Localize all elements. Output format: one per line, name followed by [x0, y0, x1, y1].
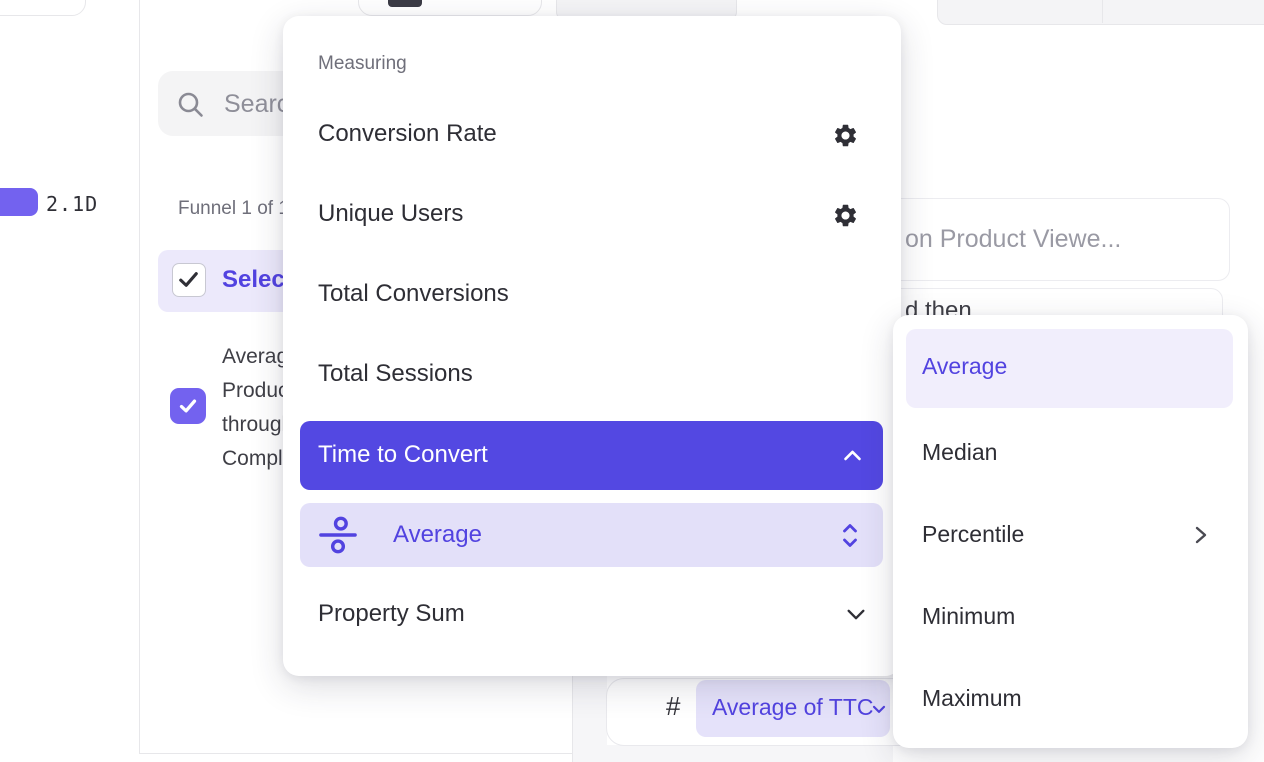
step-event-label: on Product Viewe... [905, 225, 1121, 254]
ttc-selector-label: Average of TTC [712, 694, 874, 721]
metric-checkbox[interactable] [170, 388, 206, 424]
canvas-gutter-bottom [573, 745, 893, 762]
chevron-down-icon[interactable] [845, 606, 867, 623]
top-center-control-fragment [358, 0, 542, 16]
metric-color-swatch[interactable] [0, 188, 38, 216]
menu-sub-item-label: Average [393, 521, 482, 549]
agg-item-average[interactable]: Average [922, 353, 1007, 380]
center-panel-bottom-border [139, 753, 572, 754]
aggregation-dropdown: Average Median Percentile Minimum Maximu… [893, 315, 1248, 748]
select-step-checkbox[interactable] [172, 263, 206, 297]
metric-badge-label: 2.1D [46, 192, 98, 216]
top-right-tabs-fragment [937, 0, 1264, 25]
left-column-divider [139, 0, 140, 753]
menu-item-property-sum[interactable]: Property Sum [318, 600, 465, 628]
menu-item-time-to-convert[interactable]: Time to Convert [300, 421, 883, 490]
agg-item-percentile[interactable]: Percentile [922, 521, 1024, 548]
menu-item-unique-users[interactable]: Unique Users [318, 200, 463, 228]
average-divide-icon [319, 514, 357, 556]
measuring-dropdown: Measuring Conversion Rate Unique Users T… [283, 16, 901, 676]
search-icon [176, 90, 206, 120]
agg-item-maximum[interactable]: Maximum [922, 685, 1022, 712]
chevron-down-icon [869, 699, 889, 719]
tab-divider [1102, 0, 1103, 23]
number-type-icon: # [666, 691, 680, 722]
gear-icon[interactable] [832, 202, 859, 229]
menu-item-conversion-rate[interactable]: Conversion Rate [318, 120, 497, 148]
agg-item-minimum[interactable]: Minimum [922, 603, 1015, 630]
menu-item-total-sessions[interactable]: Total Sessions [318, 360, 473, 388]
checkmark-icon [173, 264, 204, 295]
top-left-card-fragment [0, 0, 86, 16]
menu-sub-item-average[interactable]: Average [300, 503, 883, 567]
menu-item-label: Time to Convert [318, 441, 488, 469]
dark-toggle-fragment [388, 0, 422, 7]
gear-icon[interactable] [832, 122, 859, 149]
chevron-up-icon [842, 447, 863, 463]
app-canvas: 2.1D Search Funnel 1 of 1 Select Average… [0, 0, 1264, 762]
agg-item-median[interactable]: Median [922, 439, 997, 466]
chevron-up-down-icon [841, 522, 859, 549]
funnel-count-label: Funnel 1 of 1 [178, 198, 289, 220]
menu-title: Measuring [318, 53, 407, 75]
menu-item-total-conversions[interactable]: Total Conversions [318, 280, 509, 308]
checkmark-icon [175, 393, 201, 419]
chevron-right-icon [1192, 524, 1209, 546]
